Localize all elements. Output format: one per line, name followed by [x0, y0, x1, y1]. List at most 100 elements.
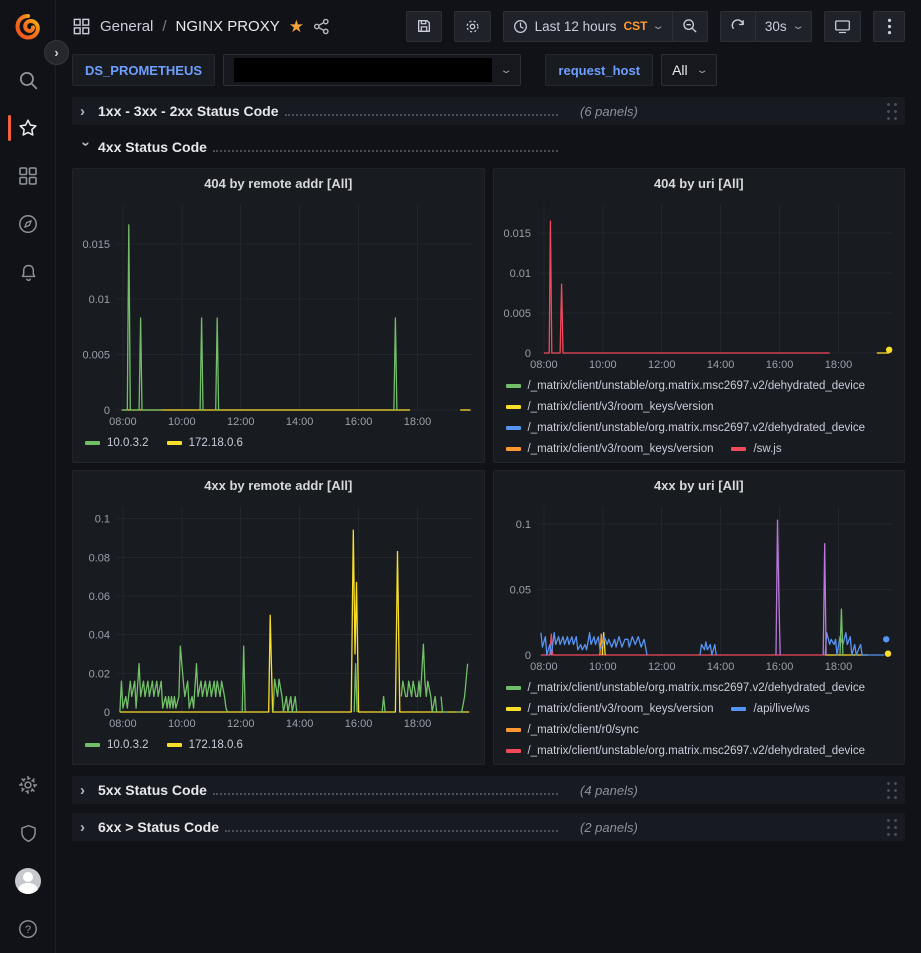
row-title: 4xx Status Code — [98, 139, 207, 155]
legend-swatch — [506, 707, 521, 711]
legend-swatch — [506, 749, 521, 753]
svg-text:14:00: 14:00 — [706, 661, 734, 673]
legend-item[interactable]: /_matrix/client/r0/sync — [506, 719, 639, 740]
legend-swatch — [167, 441, 182, 445]
refresh-interval-picker[interactable]: 30s ⌄ — [756, 11, 812, 42]
svg-text:08:00: 08:00 — [109, 718, 137, 730]
sidebar-item-server-admin[interactable] — [0, 809, 56, 857]
legend-item[interactable]: /_matrix/client/v3/room_keys/version — [506, 396, 714, 417]
kebab-menu-button[interactable] — [873, 11, 905, 42]
sidebar-item-search[interactable] — [0, 56, 56, 104]
row-title-wrap: 6xx > Status Code — [98, 819, 560, 835]
legend-item[interactable]: /api/live/ws — [731, 698, 809, 719]
row-header-1xx-3xx-2xx[interactable]: › 1xx - 3xx - 2xx Status Code (6 panels) — [72, 97, 905, 125]
legend-item[interactable]: /_matrix/client/unstable/org.matrix.msc2… — [506, 375, 866, 396]
dashboard-settings-button[interactable] — [454, 11, 491, 42]
legend-item[interactable]: 10.0.3.2 — [85, 432, 149, 453]
legend-item[interactable]: 172.18.0.6 — [167, 432, 243, 453]
shield-icon — [18, 823, 39, 844]
chevron-down-icon: ⌄ — [500, 65, 513, 76]
chevron-down-icon: ⌄ — [652, 21, 665, 32]
legend-label: /_matrix/client/unstable/org.matrix.msc2… — [528, 745, 866, 757]
datasource-variable-select[interactable]: ⌄ — [223, 54, 521, 86]
main-area: General / NGINX PROXY ★ — [56, 0, 921, 953]
gear-icon — [17, 774, 39, 796]
sidebar-item-configuration[interactable] — [0, 761, 56, 809]
refresh-button[interactable] — [720, 11, 756, 42]
row-drag-handle[interactable] — [884, 99, 897, 124]
svg-text:0.01: 0.01 — [509, 268, 530, 280]
panel-title[interactable]: 4xx by uri [All] — [494, 473, 905, 499]
svg-text:12:00: 12:00 — [227, 718, 255, 730]
legend-swatch — [506, 426, 521, 430]
timeseries-chart[interactable]: 00.020.040.060.080.108:0010:0012:0014:00… — [73, 499, 484, 732]
svg-text:10:00: 10:00 — [589, 359, 617, 371]
sidebar-item-alerting[interactable] — [0, 248, 56, 296]
legend-item[interactable]: 172.18.0.6 — [167, 734, 243, 755]
row-dotted-leader — [213, 793, 558, 795]
svg-text:14:00: 14:00 — [286, 416, 314, 428]
breadcrumb-folder[interactable]: General — [100, 18, 153, 35]
svg-text:0.05: 0.05 — [509, 585, 530, 597]
legend-item[interactable]: 10.0.3.2 — [85, 734, 149, 755]
svg-text:?: ? — [25, 924, 31, 936]
time-range-label: Last 12 hours — [535, 19, 617, 34]
legend-label: /_matrix/client/unstable/org.matrix.msc2… — [528, 380, 866, 392]
row-header-4xx[interactable]: › 4xx Status Code — [72, 133, 905, 161]
svg-text:0.06: 0.06 — [89, 591, 110, 603]
panel-legend: 10.0.3.2 172.18.0.6 — [73, 432, 484, 458]
row-dotted-leader — [225, 830, 558, 832]
dashboard-body: › 1xx - 3xx - 2xx Status Code (6 panels)… — [56, 97, 921, 841]
chart-canvas: 00.0050.010.01508:0010:0012:0014:0016:00… — [494, 197, 905, 373]
refresh-controls: 30s ⌄ — [720, 11, 812, 42]
timeseries-chart[interactable]: 00.0050.010.01508:0010:0012:0014:0016:00… — [73, 197, 484, 430]
timeseries-chart[interactable]: 00.050.108:0010:0012:0014:0016:0018:00 — [494, 499, 905, 675]
legend-label: /sw.js — [753, 443, 781, 455]
row-panel-count: (4 panels) — [580, 783, 638, 798]
row-title-wrap: 4xx Status Code — [98, 139, 560, 155]
variables-submenu: DS_PROMETHEUS ⌄ request_host All ⌄ — [56, 52, 921, 94]
chevron-right-icon: › — [80, 103, 92, 120]
panel-4xx-by-remote-addr: 4xx by remote addr [All] 00.020.040.060.… — [72, 470, 485, 765]
legend-item[interactable]: /_matrix/client/unstable/org.matrix.msc2… — [506, 417, 866, 438]
legend-item[interactable]: /_matrix/client/v3/room_keys/version — [506, 698, 714, 719]
zoom-out-button[interactable] — [673, 11, 708, 42]
row-header-5xx[interactable]: › 5xx Status Code (4 panels) — [72, 776, 905, 804]
row-drag-handle[interactable] — [884, 778, 897, 803]
svg-text:0.04: 0.04 — [89, 630, 110, 642]
legend-item[interactable]: /_matrix/client/unstable/org.matrix.msc2… — [506, 740, 866, 759]
panel-title[interactable]: 4xx by remote addr [All] — [73, 473, 484, 499]
svg-text:0.02: 0.02 — [89, 668, 110, 680]
sidebar-item-starred[interactable] — [0, 104, 56, 152]
legend-label: 10.0.3.2 — [107, 437, 149, 449]
sidebar-expand-button[interactable]: › — [44, 40, 69, 65]
dashboard-title: NGINX PROXY — [176, 18, 280, 35]
tv-mode-button[interactable] — [824, 11, 861, 42]
favorite-star-icon[interactable]: ★ — [289, 18, 304, 35]
zoom-out-icon — [682, 18, 698, 34]
grafana-logo-icon — [13, 13, 43, 43]
legend-label: /_matrix/client/r0/sync — [528, 724, 639, 736]
legend-swatch — [506, 447, 521, 451]
panel-404-by-remote-addr: 404 by remote addr [All] 00.0050.010.015… — [72, 168, 485, 463]
legend-swatch — [85, 743, 100, 747]
time-range-picker[interactable]: Last 12 hours CST ⌄ — [503, 11, 673, 42]
legend-item[interactable]: /sw.js — [731, 438, 781, 457]
sidebar-item-dashboards[interactable] — [0, 152, 56, 200]
sidebar-item-help[interactable]: ? — [0, 905, 56, 953]
row-dotted-leader — [285, 114, 558, 116]
row-header-6xx[interactable]: › 6xx > Status Code (2 panels) — [72, 813, 905, 841]
legend-item[interactable]: /_matrix/client/v3/room_keys/version — [506, 438, 714, 457]
panel-title[interactable]: 404 by remote addr [All] — [73, 171, 484, 197]
svg-text:0.005: 0.005 — [82, 350, 110, 362]
legend-item[interactable]: /_matrix/client/unstable/org.matrix.msc2… — [506, 677, 866, 698]
row-drag-handle[interactable] — [884, 815, 897, 840]
panel-title[interactable]: 404 by uri [All] — [494, 171, 905, 197]
share-icon[interactable] — [313, 18, 330, 35]
timeseries-chart[interactable]: 00.0050.010.01508:0010:0012:0014:0016:00… — [494, 197, 905, 373]
request-host-select[interactable]: All ⌄ — [661, 54, 717, 86]
save-dashboard-button[interactable] — [406, 11, 442, 42]
sidebar-item-explore[interactable] — [0, 200, 56, 248]
sidebar-item-profile[interactable] — [0, 857, 56, 905]
legend-swatch — [167, 743, 182, 747]
